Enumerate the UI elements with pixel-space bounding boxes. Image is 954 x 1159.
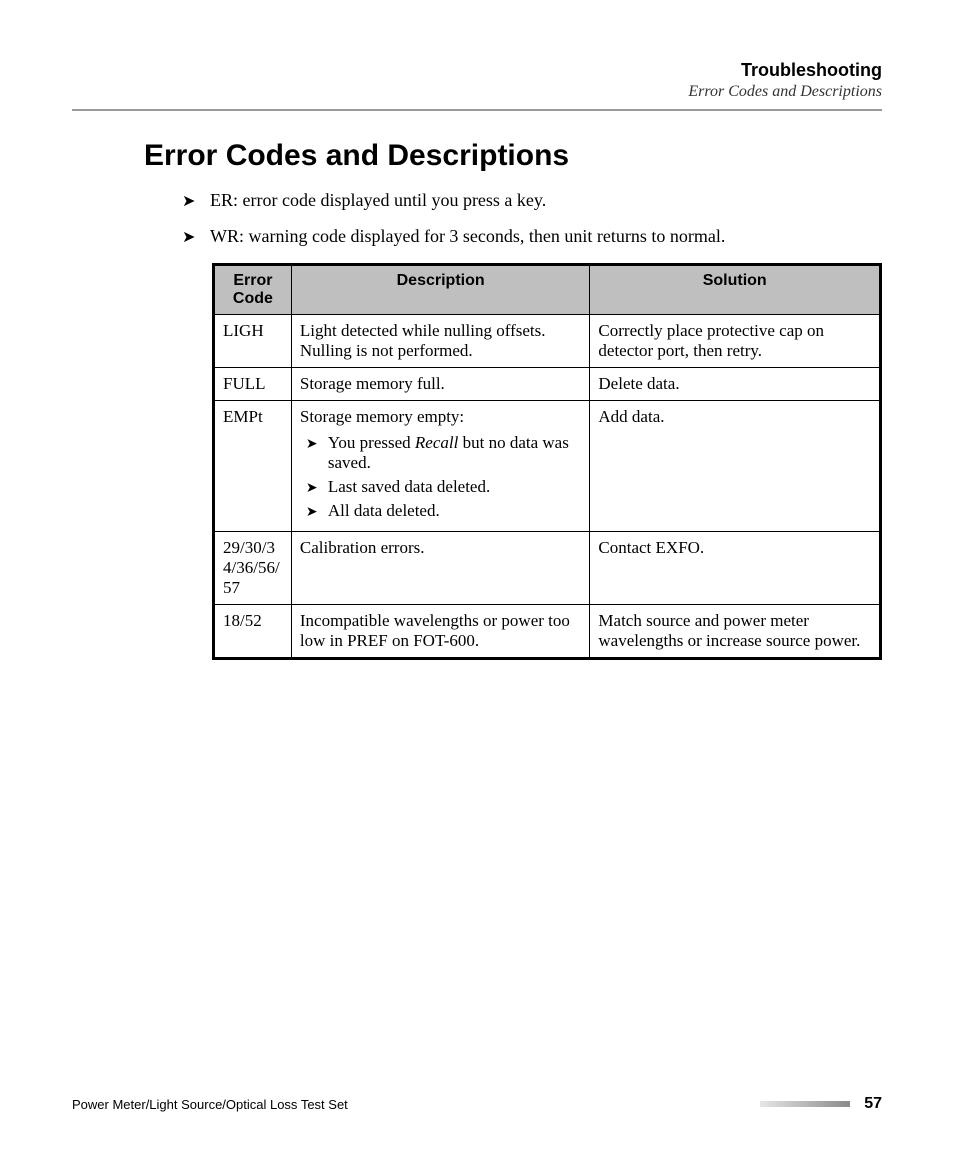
- text-pre: All data deleted.: [328, 501, 440, 520]
- cell-description: Storage memory empty: ➤ You pressed Reca…: [291, 401, 590, 532]
- bullet-arrow-icon: ➤: [182, 190, 210, 213]
- header-divider: [72, 109, 882, 111]
- text-pre: You pressed: [328, 433, 415, 452]
- cell-description: Incompatible wavelengths or power too lo…: [291, 605, 590, 659]
- cell-code: 18/52: [214, 605, 292, 659]
- table-row: 29/30/34/36/56/57 Calibration errors. Co…: [214, 532, 881, 605]
- cell-description-list: ➤ You pressed Recall but no data was sav…: [300, 433, 582, 521]
- error-codes-table: Error Code Description Solution LIGH Lig…: [212, 263, 882, 660]
- cell-code: FULL: [214, 368, 292, 401]
- cell-description-lead: Storage memory empty:: [300, 407, 582, 427]
- cell-list-item: ➤ You pressed Recall but no data was sav…: [306, 433, 582, 473]
- cell-list-text: You pressed Recall but no data was saved…: [328, 433, 582, 473]
- cell-list-text: All data deleted.: [328, 501, 582, 521]
- th-description: Description: [291, 265, 590, 315]
- page-header: Troubleshooting Error Codes and Descript…: [72, 60, 882, 101]
- cell-code: EMPt: [214, 401, 292, 532]
- cell-code: 29/30/34/36/56/57: [214, 532, 292, 605]
- text-pre: Last saved data deleted.: [328, 477, 490, 496]
- bullet-arrow-icon: ➤: [182, 226, 210, 249]
- document-page: Troubleshooting Error Codes and Descript…: [0, 0, 954, 1159]
- intro-item: ➤ ER: error code displayed until you pre…: [182, 187, 872, 213]
- intro-text: ER: error code displayed until you press…: [210, 187, 872, 213]
- cell-description: Calibration errors.: [291, 532, 590, 605]
- table-row: FULL Storage memory full. Delete data.: [214, 368, 881, 401]
- bullet-arrow-icon: ➤: [306, 480, 328, 497]
- section-heading: Error Codes and Descriptions: [144, 139, 882, 173]
- text-em: Recall: [415, 433, 458, 452]
- cell-solution: Contact EXFO.: [590, 532, 881, 605]
- cell-list-text: Last saved data deleted.: [328, 477, 582, 497]
- bullet-arrow-icon: ➤: [306, 436, 328, 453]
- footer-gradient-bar: [760, 1101, 850, 1107]
- footer-doc-title: Power Meter/Light Source/Optical Loss Te…: [72, 1097, 348, 1112]
- cell-code: LIGH: [214, 315, 292, 368]
- cell-description: Light detected while nulling offsets. Nu…: [291, 315, 590, 368]
- cell-list-item: ➤ All data deleted.: [306, 501, 582, 521]
- header-chapter-title: Troubleshooting: [72, 60, 882, 81]
- intro-item: ➤ WR: warning code displayed for 3 secon…: [182, 223, 872, 249]
- intro-bullet-list: ➤ ER: error code displayed until you pre…: [182, 187, 872, 249]
- table-row: EMPt Storage memory empty: ➤ You pressed…: [214, 401, 881, 532]
- footer-page-number: 57: [864, 1095, 882, 1113]
- cell-solution: Add data.: [590, 401, 881, 532]
- th-error-code: Error Code: [214, 265, 292, 315]
- cell-description: Storage memory full.: [291, 368, 590, 401]
- page-footer: Power Meter/Light Source/Optical Loss Te…: [72, 1095, 882, 1113]
- cell-solution: Match source and power meter wavelengths…: [590, 605, 881, 659]
- bullet-arrow-icon: ➤: [306, 504, 328, 521]
- table-header-row: Error Code Description Solution: [214, 265, 881, 315]
- intro-text: WR: warning code displayed for 3 seconds…: [210, 223, 872, 249]
- table-row: 18/52 Incompatible wavelengths or power …: [214, 605, 881, 659]
- header-section-subtitle: Error Codes and Descriptions: [72, 83, 882, 101]
- cell-solution: Correctly place protective cap on detect…: [590, 315, 881, 368]
- cell-solution: Delete data.: [590, 368, 881, 401]
- table-row: LIGH Light detected while nulling offset…: [214, 315, 881, 368]
- th-solution: Solution: [590, 265, 881, 315]
- cell-list-item: ➤ Last saved data deleted.: [306, 477, 582, 497]
